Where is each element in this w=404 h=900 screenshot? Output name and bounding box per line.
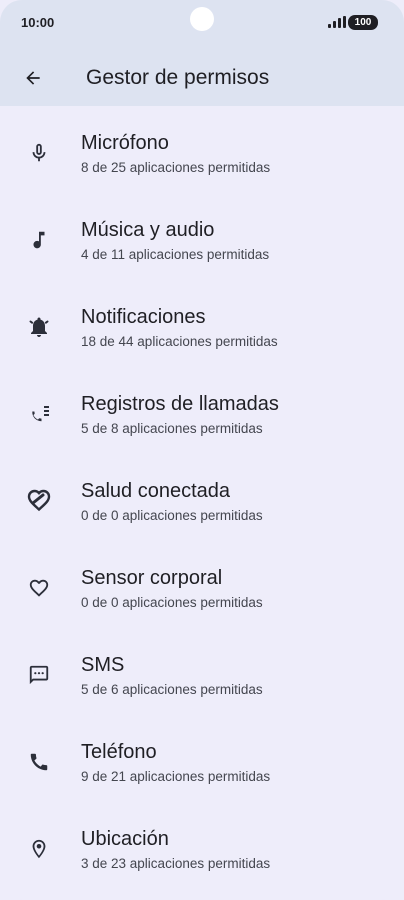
arrow-back-icon xyxy=(23,68,43,88)
battery-icon: 100 xyxy=(348,15,378,30)
phone-icon xyxy=(24,747,54,777)
camera-cutout xyxy=(190,7,214,31)
permission-item-music-audio[interactable]: Música y audio 4 de 11 aplicaciones perm… xyxy=(0,203,404,290)
sms-icon xyxy=(24,660,54,690)
permission-item-notifications[interactable]: Notificaciones 18 de 44 aplicaciones per… xyxy=(0,290,404,377)
call-log-icon xyxy=(24,399,54,429)
permission-label: Notificaciones xyxy=(81,306,206,328)
permission-item-sms[interactable]: SMS 5 de 6 aplicaciones permitidas xyxy=(0,638,404,725)
permission-label: Sensor corporal xyxy=(81,567,223,589)
permission-label: Ubicación xyxy=(81,828,169,850)
page-title: Gestor de permisos xyxy=(86,66,270,89)
permission-label: Registros de llamadas xyxy=(81,393,279,415)
permission-manager-screen: 10:00 100 Gestor de permisos Micrófono 8… xyxy=(0,0,404,900)
permission-summary: 3 de 23 aplicaciones permitidas xyxy=(81,856,271,871)
permission-label: Música y audio xyxy=(81,219,215,241)
permission-summary: 4 de 11 aplicaciones permitidas xyxy=(81,247,270,262)
heart-icon xyxy=(24,573,54,603)
permission-label: Salud conectada xyxy=(81,480,231,502)
music-note-icon xyxy=(24,225,54,255)
permission-item-microphone[interactable]: Micrófono 8 de 25 aplicaciones permitida… xyxy=(0,116,404,203)
permissions-list: Micrófono 8 de 25 aplicaciones permitida… xyxy=(0,106,404,899)
permission-summary: 5 de 6 aplicaciones permitidas xyxy=(81,682,263,697)
permission-label: SMS xyxy=(81,654,125,676)
signal-icon xyxy=(328,16,346,28)
permission-summary: 0 de 0 aplicaciones permitidas xyxy=(81,595,263,610)
permission-item-body-sensor[interactable]: Sensor corporal 0 de 0 aplicaciones perm… xyxy=(0,551,404,638)
permission-summary: 5 de 8 aplicaciones permitidas xyxy=(81,421,263,436)
permission-label: Micrófono xyxy=(81,132,169,154)
permission-summary: 18 de 44 aplicaciones permitidas xyxy=(81,334,278,349)
status-time: 10:00 xyxy=(21,15,55,30)
permission-item-health-connect[interactable]: Salud conectada 0 de 0 aplicaciones perm… xyxy=(0,464,404,551)
microphone-icon xyxy=(24,138,54,168)
app-bar: Gestor de permisos xyxy=(0,52,404,106)
health-connect-icon xyxy=(24,486,54,516)
permission-summary: 0 de 0 aplicaciones permitidas xyxy=(81,508,263,523)
permission-summary: 9 de 21 aplicaciones permitidas xyxy=(81,769,271,784)
status-bar: 10:00 100 xyxy=(0,0,404,52)
permission-item-phone[interactable]: Teléfono 9 de 21 aplicaciones permitidas xyxy=(0,725,404,812)
notification-bell-icon xyxy=(24,312,54,342)
top-header: 10:00 100 Gestor de permisos xyxy=(0,0,404,106)
permission-item-call-logs[interactable]: Registros de llamadas 5 de 8 aplicacione… xyxy=(0,377,404,464)
location-pin-icon xyxy=(24,834,54,864)
permission-summary: 8 de 25 aplicaciones permitidas xyxy=(81,160,271,175)
permission-item-location[interactable]: Ubicación 3 de 23 aplicaciones permitida… xyxy=(0,812,404,899)
permission-label: Teléfono xyxy=(81,741,157,763)
back-button[interactable] xyxy=(17,62,49,94)
